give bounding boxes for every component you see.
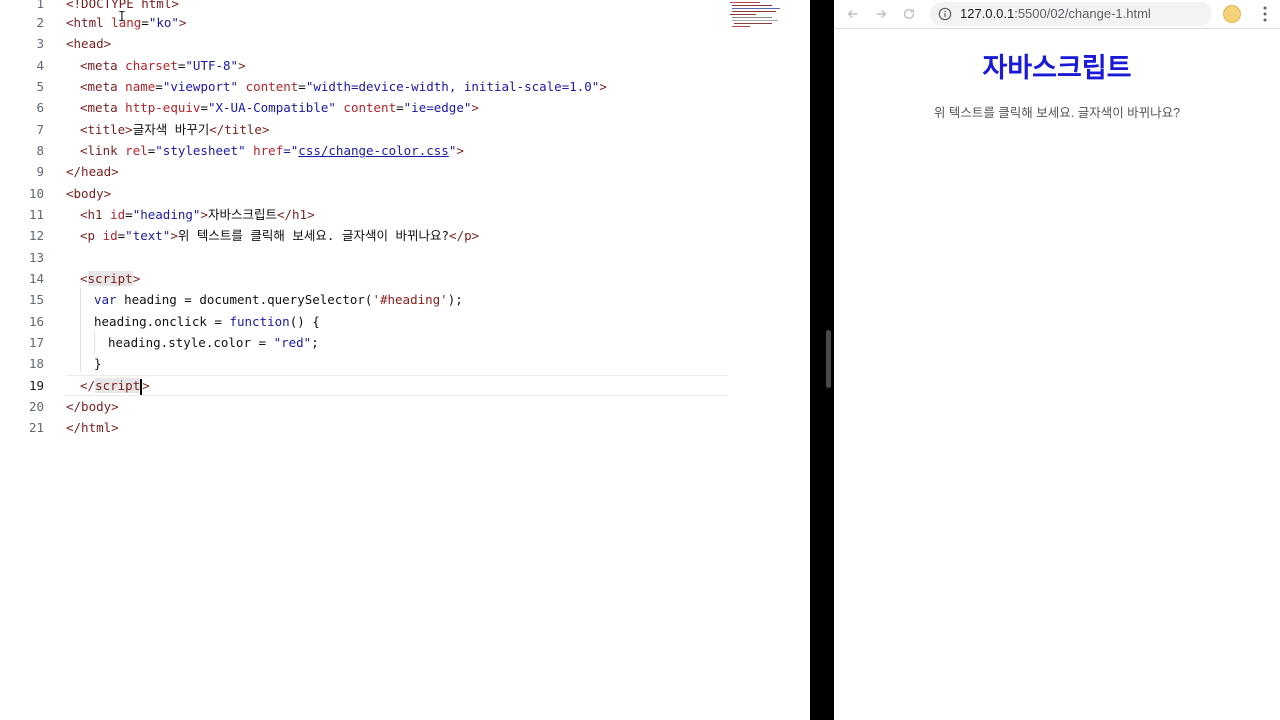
line-number: 16 bbox=[28, 314, 44, 329]
line-number: 8 bbox=[36, 143, 44, 158]
back-arrow-icon bbox=[847, 10, 858, 18]
line-number: 9 bbox=[36, 164, 44, 179]
code-line-4: <meta charset="UTF-8"> bbox=[80, 58, 246, 73]
url-text[interactable]: 127.0.0.1:5500/02/change-1.html bbox=[960, 2, 1151, 26]
code-editor[interactable]: 1 2 3 4 5 6 7 8 9 10 11 12 13 14 15 16 1… bbox=[0, 0, 810, 720]
page-paragraph: 위 텍스트를 클릭해 보세요. 글자색이 바뀌나요? bbox=[933, 106, 1181, 120]
line-number: 11 bbox=[28, 207, 44, 222]
code-line-2: <html lang="ko"> bbox=[66, 15, 187, 30]
page-viewport: 자바스크립트 위 텍스트를 클릭해 보세요. 글자색이 바뀌나요? bbox=[834, 30, 1280, 720]
code-line-15: var heading = document.querySelector('#h… bbox=[94, 292, 463, 307]
line-number: 6 bbox=[36, 100, 44, 115]
code-line-10: <body> bbox=[66, 186, 112, 201]
line-number: 7 bbox=[36, 122, 44, 137]
forward-button[interactable] bbox=[870, 4, 892, 24]
code-line-8: <link rel="stylesheet" href="css/change-… bbox=[80, 143, 464, 158]
line-number-gutter: 1 2 3 4 5 6 7 8 9 10 11 12 13 14 15 16 1… bbox=[0, 0, 52, 720]
code-line-7: <title>글자색 바꾸기</title> bbox=[80, 122, 270, 137]
line-number: 17 bbox=[28, 335, 44, 350]
code-line-12: <p id="text">위 텍스트를 클릭해 보세요. 글자색이 바뀌나요?<… bbox=[80, 228, 480, 243]
line-number: 10 bbox=[28, 186, 44, 201]
line-number: 14 bbox=[28, 271, 44, 286]
line-number: 18 bbox=[28, 356, 44, 371]
line-number: 2 bbox=[36, 15, 44, 30]
line-number: 20 bbox=[28, 399, 44, 414]
browser-window: 127.0.0.1:5500/02/change-1.html 자바스크립트 위… bbox=[834, 0, 1280, 720]
address-bar[interactable]: 127.0.0.1:5500/02/change-1.html bbox=[930, 2, 1212, 26]
back-button[interactable] bbox=[842, 4, 864, 24]
code-line-17: heading.style.color = "red"; bbox=[108, 335, 319, 350]
code-line-11: <h1 id="heading">자바스크립트</h1> bbox=[80, 207, 315, 222]
info-icon[interactable] bbox=[938, 7, 952, 21]
code-line-21: </html> bbox=[66, 420, 119, 435]
code-line-14: <script> bbox=[80, 271, 141, 286]
browser-toolbar: 127.0.0.1:5500/02/change-1.html bbox=[834, 0, 1280, 29]
code-area[interactable]: <!DOCTYPE html> <html lang="ko"> <head> … bbox=[66, 0, 730, 720]
avatar[interactable] bbox=[1223, 5, 1241, 23]
line-number: 3 bbox=[36, 36, 44, 51]
line-number: 19 bbox=[28, 378, 44, 393]
ibeam-mouse-cursor-icon: I bbox=[118, 10, 126, 25]
code-line-3: <head> bbox=[66, 36, 112, 51]
page-heading[interactable]: 자바스크립트 bbox=[834, 46, 1280, 85]
code-line-6: <meta http-equiv="X-UA-Compatible" conte… bbox=[80, 100, 479, 115]
code-line-5: <meta name="viewport" content="width=dev… bbox=[80, 79, 607, 94]
reload-button[interactable] bbox=[898, 4, 920, 24]
stylesheet-link[interactable]: css/change-color.css bbox=[298, 143, 449, 158]
code-line-16: heading.onclick = function() { bbox=[94, 314, 320, 329]
code-line-19: </script > bbox=[80, 378, 150, 395]
forward-arrow-icon bbox=[876, 10, 887, 18]
line-number: 4 bbox=[36, 58, 44, 73]
code-line-9: </head> bbox=[66, 164, 119, 179]
line-number: 12 bbox=[28, 228, 44, 243]
minimap[interactable] bbox=[728, 0, 790, 34]
reload-icon bbox=[903, 8, 915, 20]
pane-resize-handle[interactable] bbox=[826, 330, 831, 388]
line-number: 5 bbox=[36, 79, 44, 94]
code-line-20: </body> bbox=[66, 399, 119, 414]
line-number: 13 bbox=[28, 250, 44, 265]
kebab-menu-icon[interactable] bbox=[1262, 5, 1268, 23]
line-number: 21 bbox=[28, 420, 44, 435]
line-number: 15 bbox=[28, 292, 44, 307]
code-line-18: } bbox=[94, 356, 102, 371]
